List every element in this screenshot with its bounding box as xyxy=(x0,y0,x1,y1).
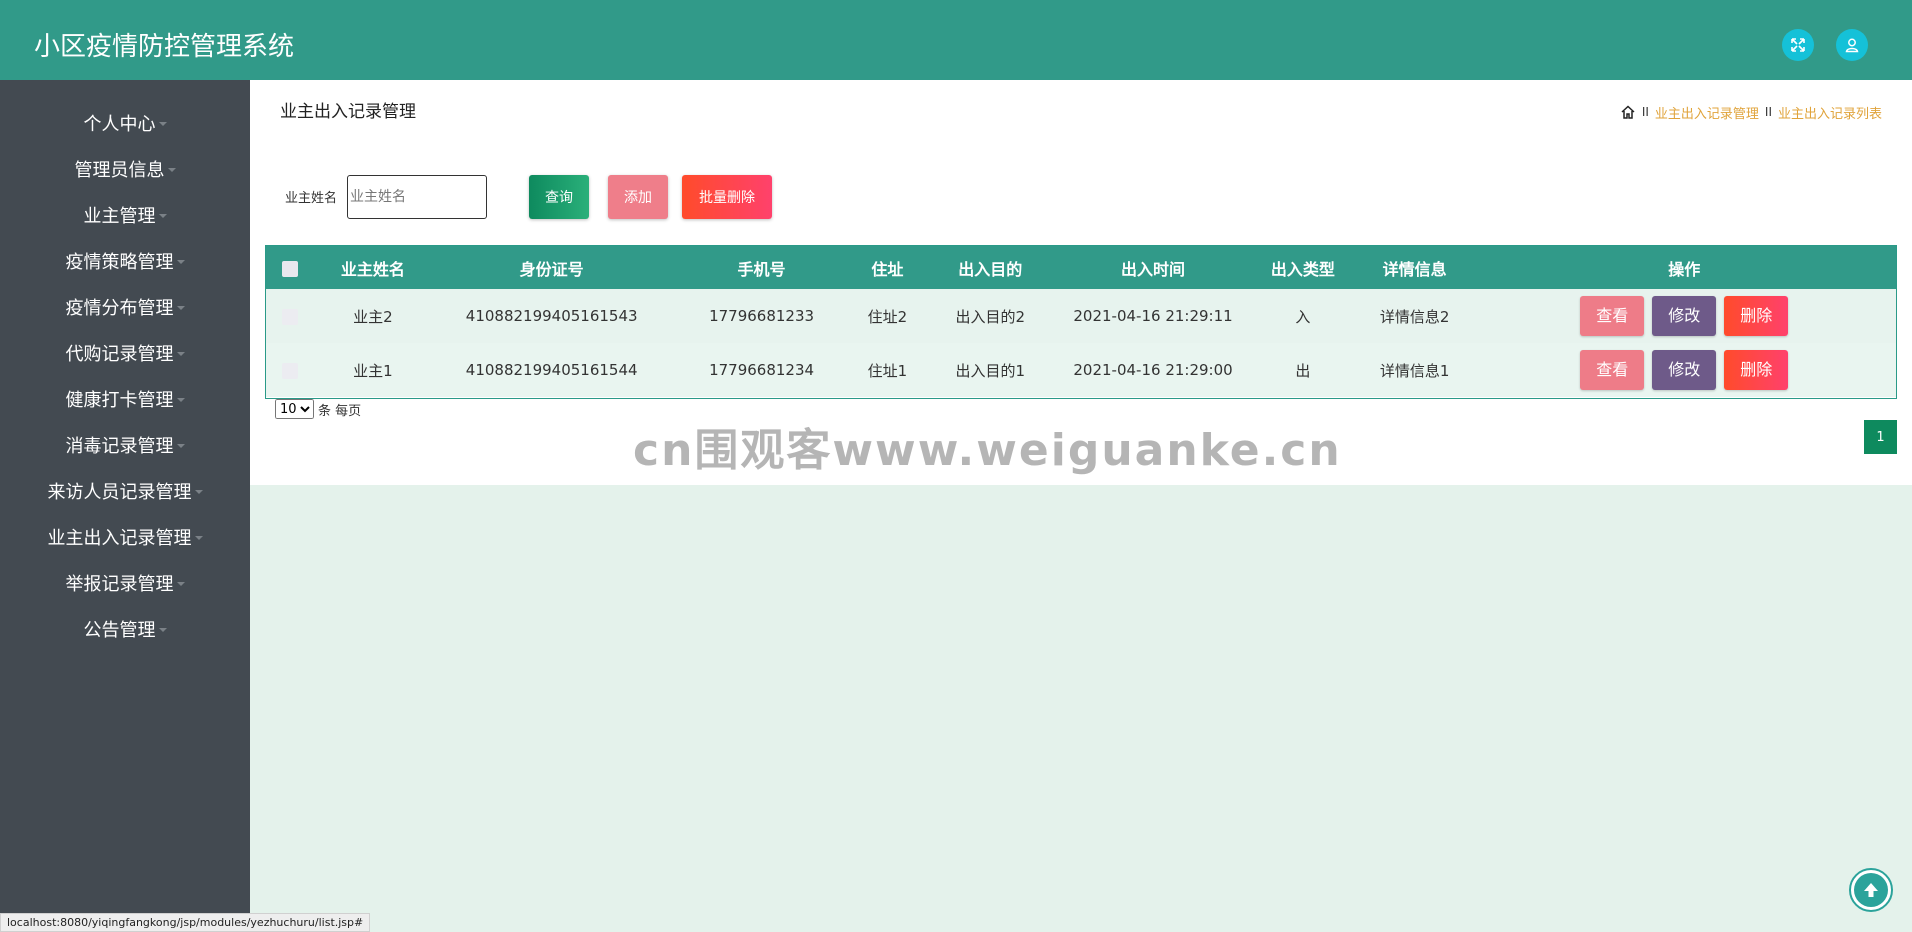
phone-cell: 17796681233 xyxy=(709,307,815,325)
user-button[interactable] xyxy=(1836,29,1868,61)
edit-button[interactable]: 修改 xyxy=(1652,296,1717,336)
sidebar-item-report-records[interactable]: 举报记录管理 xyxy=(0,563,250,603)
sidebar-item-announcements[interactable]: 公告管理 xyxy=(0,609,250,649)
column-header: 出入类型 xyxy=(1270,259,1335,279)
sidebar-item-disinfection-records[interactable]: 消毒记录管理 xyxy=(0,425,250,465)
records-table: 业主姓名 身份证号 手机号 住址 出入目的 出入时间 出入类型 详情信息 操作 … xyxy=(265,245,1897,399)
caret-down-icon xyxy=(176,444,185,448)
caret-down-icon xyxy=(176,306,185,310)
status-bar-url: localhost:8080/yiqingfangkong/jsp/module… xyxy=(0,913,371,932)
column-header: 业主姓名 xyxy=(340,259,405,279)
edit-button[interactable]: 修改 xyxy=(1652,350,1717,390)
arrow-up-icon xyxy=(1864,883,1878,897)
time-cell: 2021-04-16 21:29:11 xyxy=(1073,307,1233,325)
phone-cell: 17796681234 xyxy=(709,361,815,379)
sidebar-item-visitor-records[interactable]: 来访人员记录管理 xyxy=(0,471,250,511)
breadcrumb-level2[interactable]: 业主出入记录列表 xyxy=(1778,103,1882,122)
caret-down-icon xyxy=(176,260,185,264)
table-header-row: 业主姓名 身份证号 手机号 住址 出入目的 出入时间 出入类型 详情信息 操作 xyxy=(266,246,1896,289)
table-row: 业主1 410882199405161544 17796681234 住址1 出… xyxy=(266,343,1896,397)
id-number-cell: 410882199405161544 xyxy=(465,361,638,379)
sidebar: 个人中心 管理员信息 业主管理 疫情策略管理 疫情分布管理 代购记录管理 健康打… xyxy=(0,80,250,932)
delete-button[interactable]: 删除 xyxy=(1724,350,1789,390)
page-size-suffix: 条 每页 xyxy=(318,403,362,419)
sidebar-item-personal-center[interactable]: 个人中心 xyxy=(0,103,250,143)
sidebar-item-owner-access-records[interactable]: 业主出入记录管理 xyxy=(0,517,250,557)
detail-cell: 详情信息2 xyxy=(1379,307,1450,326)
caret-down-icon xyxy=(176,352,185,356)
sidebar-item-health-checkin[interactable]: 健康打卡管理 xyxy=(0,379,250,419)
caret-down-icon xyxy=(167,168,176,172)
search-label: 业主姓名 xyxy=(285,191,338,206)
add-button[interactable]: 添加 xyxy=(608,175,668,219)
sidebar-item-epidemic-distribution[interactable]: 疫情分布管理 xyxy=(0,287,250,327)
column-header: 住址 xyxy=(871,259,904,279)
column-header: 手机号 xyxy=(737,259,786,279)
back-to-top-button[interactable] xyxy=(1849,868,1893,912)
breadcrumb-separator: II xyxy=(1641,105,1649,119)
page-size-select[interactable]: 10 xyxy=(275,399,314,419)
column-header: 身份证号 xyxy=(519,259,584,279)
breadcrumb-separator: II xyxy=(1764,105,1772,119)
select-all-cell[interactable] xyxy=(266,246,314,289)
view-button[interactable]: 查看 xyxy=(1580,296,1645,336)
type-cell: 出 xyxy=(1295,361,1311,380)
table-row: 业主2 410882199405161543 17796681233 住址2 出… xyxy=(266,289,1896,343)
caret-down-icon xyxy=(158,214,167,218)
batch-delete-button[interactable]: 批量删除 xyxy=(682,175,772,219)
actions-cell: 查看 修改 删除 xyxy=(1473,289,1896,343)
breadcrumb: II 业主出入记录管理 II 业主出入记录列表 xyxy=(1620,100,1882,124)
column-header: 操作 xyxy=(1668,259,1701,279)
sidebar-item-epidemic-strategy[interactable]: 疫情策略管理 xyxy=(0,241,250,281)
select-all-checkbox[interactable] xyxy=(281,260,298,277)
sidebar-item-purchase-records[interactable]: 代购记录管理 xyxy=(0,333,250,373)
expand-icon xyxy=(1791,38,1805,52)
id-number-cell: 410882199405161543 xyxy=(465,307,638,325)
address-cell: 住址2 xyxy=(867,307,908,326)
page-title: 业主出入记录管理 xyxy=(280,102,416,122)
query-button[interactable]: 查询 xyxy=(529,175,589,219)
column-header: 出入目的 xyxy=(958,259,1023,279)
caret-down-icon xyxy=(176,582,185,586)
detail-cell: 详情信息1 xyxy=(1379,361,1450,380)
actions-cell: 查看 修改 删除 xyxy=(1473,343,1896,397)
watermark: cn围观客www.weiguanke.cn xyxy=(633,425,1342,476)
sidebar-item-owner-management[interactable]: 业主管理 xyxy=(0,195,250,235)
type-cell: 入 xyxy=(1295,307,1311,326)
row-checkbox[interactable] xyxy=(281,308,298,325)
purpose-cell: 出入目的2 xyxy=(955,307,1026,326)
view-button[interactable]: 查看 xyxy=(1580,350,1645,390)
address-cell: 住址1 xyxy=(867,361,908,380)
column-header: 详情信息 xyxy=(1382,259,1447,279)
caret-down-icon xyxy=(194,536,203,540)
delete-button[interactable]: 删除 xyxy=(1724,296,1789,336)
page-size-control: 10 条 每页 xyxy=(275,399,361,419)
time-cell: 2021-04-16 21:29:00 xyxy=(1073,361,1233,379)
row-checkbox[interactable] xyxy=(281,362,298,379)
caret-down-icon xyxy=(158,122,167,126)
breadcrumb-level1[interactable]: 业主出入记录管理 xyxy=(1655,103,1759,122)
owner-name-cell: 业主2 xyxy=(353,307,393,326)
caret-down-icon xyxy=(194,490,203,494)
caret-down-icon xyxy=(176,398,185,402)
caret-down-icon xyxy=(158,628,167,632)
pagination-page-1[interactable]: 1 xyxy=(1864,420,1897,454)
fullscreen-button[interactable] xyxy=(1782,29,1814,61)
user-icon xyxy=(1845,38,1859,53)
home-icon[interactable] xyxy=(1620,104,1636,120)
sidebar-item-admin-info[interactable]: 管理员信息 xyxy=(0,149,250,189)
top-header: 小区疫情防控管理系统 xyxy=(0,0,1912,80)
column-header: 出入时间 xyxy=(1121,259,1186,279)
owner-name-cell: 业主1 xyxy=(353,361,393,380)
purpose-cell: 出入目的1 xyxy=(955,361,1026,380)
app-title: 小区疫情防控管理系统 xyxy=(34,32,295,62)
search-input[interactable] xyxy=(347,175,487,219)
